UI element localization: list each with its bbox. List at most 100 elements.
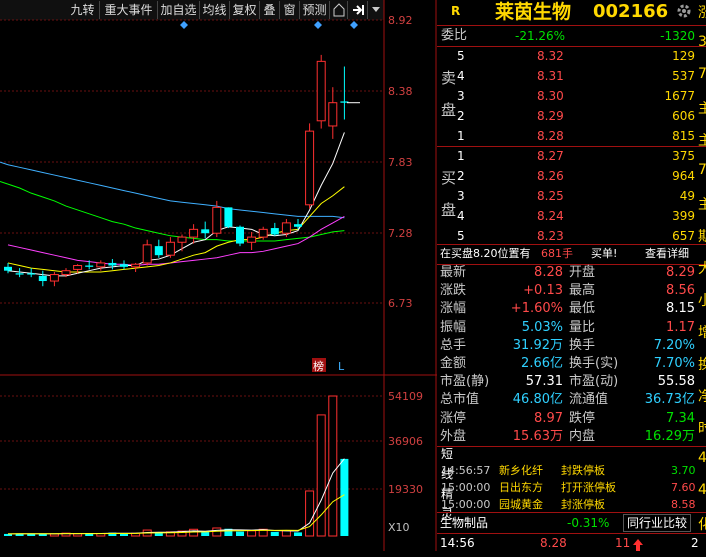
volume-unit-label: X10 <box>388 521 410 534</box>
sell-order-row[interactable]: 2 8.29 606 <box>437 106 706 126</box>
stat-value: 55.58 <box>657 374 695 390</box>
volume-bar <box>236 531 244 536</box>
stat-label: 市盈(静) <box>440 374 490 390</box>
sector-row: 生物制品 -0.31% 同行业比较 <box>437 513 706 533</box>
sell-volume: 815 <box>672 129 695 143</box>
short-event: 打开涨停板 <box>561 481 616 494</box>
short-stock: 园城黄金 <box>499 498 543 511</box>
candle-body <box>236 226 244 244</box>
clipped-char: 4 <box>698 450 706 466</box>
clipped-char: 化 <box>698 517 706 533</box>
buy-order-row[interactable]: 2 8.26 964 <box>437 166 706 186</box>
clipped-char: 小 <box>698 293 706 309</box>
industry-compare-button[interactable]: 同行业比较 <box>623 514 692 532</box>
ma60-line <box>0 161 9 166</box>
clipped-char: 涨 <box>698 5 706 21</box>
volume-axis-label: 54109 <box>388 390 423 403</box>
stat-value: 16.29万 <box>644 428 695 444</box>
short-line-item[interactable]: 15:00:00 日出东方 打开涨停板 7.60 <box>437 479 706 496</box>
candle-body <box>189 228 199 238</box>
stat-label: 开盘 <box>569 265 596 280</box>
buy-order-row[interactable]: 1 8.27 375 <box>437 146 706 166</box>
candle-body <box>328 102 338 127</box>
buy-level: 2 <box>457 169 465 183</box>
sell-level: 4 <box>457 69 465 83</box>
sell-volume: 1677 <box>664 89 695 103</box>
stat-label: 最低 <box>569 301 596 317</box>
candle-body <box>165 241 175 256</box>
market-badge: R <box>451 4 461 18</box>
weibi-row: 委比 -21.26% -1320 <box>437 26 706 46</box>
stat-label: 总手 <box>440 337 467 353</box>
volume-bars <box>4 395 349 537</box>
sell-order-row[interactable]: 3 8.30 1677 <box>437 86 706 106</box>
volume-bar <box>212 527 222 537</box>
clipped-char: 期 <box>698 229 706 245</box>
stat-label: 最新 <box>440 265 467 280</box>
stat-label: 内盘 <box>569 428 596 444</box>
weibi-label: 委比 <box>441 28 468 43</box>
volume-bar <box>294 532 302 536</box>
kline-chart[interactable]: 8.92 8.38 7.83 7.28 6.73 54109 36906 19330 X10 榜… <box>0 0 437 551</box>
buy-order-row[interactable]: 3 8.25 49 <box>437 186 706 206</box>
candle-body <box>73 265 83 270</box>
view-detail-link[interactable]: 查看详细 <box>645 244 689 264</box>
sector-name: 生物制品 <box>440 516 489 530</box>
candle-body <box>96 262 106 268</box>
clipped-char: 7 <box>698 162 706 178</box>
stat-label: 流通值 <box>569 392 609 408</box>
price-axis-label: 6.73 <box>388 297 413 310</box>
stat-row: 振幅 5.03% 量比 1.17 <box>437 319 706 337</box>
stat-value: 8.28 <box>534 265 563 280</box>
stat-row: 外盘 15.63万 内盘 16.29万 <box>437 428 706 446</box>
clipped-char: 主 <box>698 197 706 213</box>
sell-volume: 537 <box>672 69 695 83</box>
gear-icon[interactable] <box>675 2 693 24</box>
short-value: 7.60 <box>671 481 696 494</box>
up-arrow-icon <box>633 537 643 557</box>
sell-price: 8.32 <box>537 49 564 63</box>
event-marker-icon <box>350 21 358 29</box>
short-time: 15:00:00 <box>441 498 491 511</box>
stat-value: 5.03% <box>521 319 563 335</box>
short-line-item[interactable]: 14:56:57 新乡化纤 封跌停板 3.70 <box>437 462 706 479</box>
clipped-char: 增 <box>698 325 706 341</box>
stat-label: 市盈(动) <box>569 374 619 390</box>
candle-body <box>305 130 315 206</box>
volume-axis-label: 36906 <box>388 435 423 448</box>
ma60-line <box>7 164 345 219</box>
sell-order-row[interactable]: 4 8.31 537 <box>437 66 706 86</box>
buy-price: 8.24 <box>537 209 564 223</box>
volume-bar <box>328 395 338 537</box>
buy-order-row[interactable]: 4 8.24 399 <box>437 206 706 226</box>
buy-price: 8.23 <box>537 229 564 243</box>
candle-body <box>120 264 128 267</box>
volume-bar <box>270 531 279 536</box>
stat-value: 8.56 <box>666 283 695 299</box>
buy-level: 4 <box>457 209 465 223</box>
short-stock: 新乡化纤 <box>499 464 543 477</box>
clipped-char: 7 <box>698 66 706 82</box>
l-tag-label: L <box>338 360 345 373</box>
volume-ma10-line <box>7 494 345 535</box>
sell-order-row[interactable]: 5 8.32 129 <box>437 46 706 66</box>
tick-volume: 11 <box>615 536 631 550</box>
candle-body <box>294 224 302 227</box>
buy-level: 3 <box>457 189 465 203</box>
buy-volume: 49 <box>679 189 695 203</box>
stat-value: 7.70% <box>653 356 695 371</box>
buy-volume: 399 <box>672 209 695 223</box>
candle-body <box>27 273 36 275</box>
candle-body <box>131 263 141 268</box>
clipped-char: 换 <box>698 357 706 373</box>
tick-price: 8.28 <box>540 536 567 550</box>
buy-order-row[interactable]: 5 8.23 657 <box>437 226 706 246</box>
sell-order-row[interactable]: 1 8.28 815 <box>437 126 706 146</box>
sell-volume: 606 <box>672 109 695 123</box>
stat-value: +1.60% <box>510 301 563 317</box>
short-line-item[interactable]: 15:00:00 园城黄金 封涨停板 8.58 <box>437 496 706 513</box>
buy-price: 8.27 <box>537 149 564 163</box>
candle-body <box>224 207 233 227</box>
volume-bar <box>305 490 315 537</box>
stat-value: 8.15 <box>666 301 695 317</box>
